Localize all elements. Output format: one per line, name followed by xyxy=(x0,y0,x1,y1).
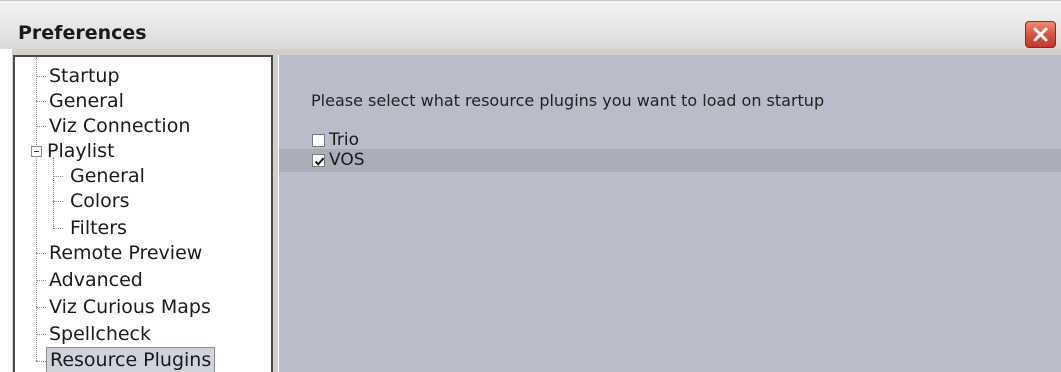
tree-item-startup[interactable]: Startup xyxy=(49,63,120,89)
close-button[interactable] xyxy=(1025,21,1056,48)
tree-branch xyxy=(36,307,46,308)
tree-branch xyxy=(36,361,46,362)
tree-item-label: General xyxy=(49,90,124,112)
tree-branch xyxy=(36,280,46,281)
tree-item-advanced[interactable]: Advanced xyxy=(49,267,143,293)
tree-item-label: Resource Plugins xyxy=(50,349,212,371)
tree-item-playlist-filters[interactable]: Filters xyxy=(70,215,127,241)
tree-item-label: Remote Preview xyxy=(49,242,203,264)
plugin-row-vos[interactable]: VOS xyxy=(279,149,1061,172)
tree-item-label: Viz Connection xyxy=(49,115,191,137)
tree-item-resource-plugins[interactable]: Resource Plugins xyxy=(46,347,216,372)
tree-item-label: Advanced xyxy=(49,269,143,291)
tree-branch xyxy=(53,176,63,177)
title-bar[interactable]: Preferences xyxy=(0,0,1061,49)
preferences-window: Preferences Startup General Viz Connecti… xyxy=(0,0,1061,372)
tree-item-viz-connection[interactable]: Viz Connection xyxy=(49,113,190,139)
tree-item-label: Colors xyxy=(70,190,130,212)
tree-item-playlist-general[interactable]: General xyxy=(70,163,145,189)
tree-branch xyxy=(36,101,46,102)
tree-branch xyxy=(53,228,63,229)
tree-item-label: Viz Curious Maps xyxy=(49,296,211,318)
tree-item-label: General xyxy=(70,165,145,187)
collapse-icon[interactable] xyxy=(31,146,42,157)
tree-item-spellcheck[interactable]: Spellcheck xyxy=(49,321,151,347)
tree-item-label: Spellcheck xyxy=(49,323,151,345)
vos-checkbox[interactable] xyxy=(312,154,325,167)
tree-item-label: Playlist xyxy=(47,140,115,162)
tree-branch xyxy=(53,201,63,202)
tree-item-general[interactable]: General xyxy=(49,88,124,114)
tree-item-playlist-colors[interactable]: Colors xyxy=(70,188,130,214)
tree-branch xyxy=(36,253,46,254)
tree-branch xyxy=(36,76,46,77)
tree-branch xyxy=(36,334,46,335)
instruction-text: Please select what resource plugins you … xyxy=(311,91,825,110)
window-title: Preferences xyxy=(18,22,147,44)
plugin-label: VOS xyxy=(329,150,365,170)
preferences-tree: Startup General Viz Connection Playlist … xyxy=(13,55,273,372)
tree-item-label: Filters xyxy=(70,217,127,239)
tree-connector xyxy=(36,57,37,361)
checkmark-icon xyxy=(314,157,325,166)
tree-item-label: Startup xyxy=(49,65,120,87)
tree-item-playlist[interactable]: Playlist xyxy=(47,138,115,164)
resource-plugins-panel: Please select what resource plugins you … xyxy=(278,55,1061,372)
tree-connector xyxy=(53,157,54,229)
trio-checkbox[interactable] xyxy=(312,134,325,147)
close-icon xyxy=(1033,27,1048,42)
tree-item-viz-curious-maps[interactable]: Viz Curious Maps xyxy=(49,294,211,320)
tree-branch xyxy=(36,126,46,127)
tree-item-remote-preview[interactable]: Remote Preview xyxy=(49,240,202,266)
